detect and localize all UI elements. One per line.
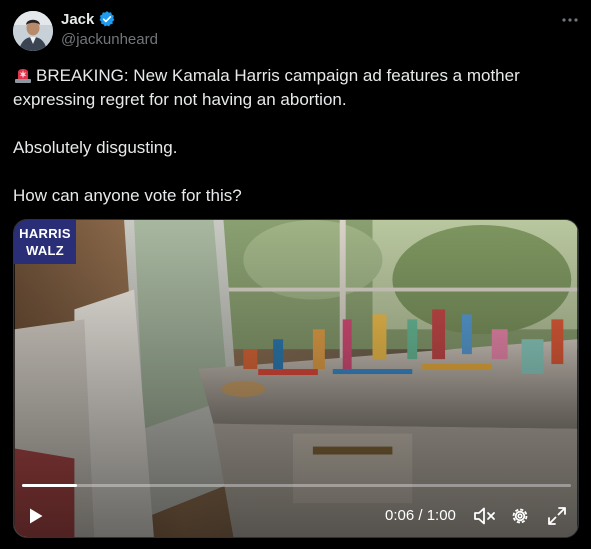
avatar[interactable] xyxy=(13,11,53,51)
play-icon[interactable] xyxy=(24,504,48,528)
video-progress-bar[interactable] xyxy=(22,484,571,487)
badge-bottom-text: WALZ xyxy=(25,243,65,258)
video-frame xyxy=(14,220,578,537)
video-progress-fill xyxy=(22,484,77,487)
tweet-line-breaking: BREAKING: New Kamala Harris campaign ad … xyxy=(13,64,573,112)
mute-icon[interactable] xyxy=(472,504,498,528)
video-time: 0:06 / 1:00 xyxy=(385,507,456,524)
siren-emoji xyxy=(13,64,33,84)
video-controls: 0:06 / 1:00 xyxy=(14,500,578,532)
author-name-row: Jack xyxy=(61,10,116,28)
tweet-text: BREAKING: New Kamala Harris campaign ad … xyxy=(13,64,573,208)
video-player[interactable]: HARRIS WALZ 0:06 / 1:00 xyxy=(13,219,579,538)
tweet-line-1: BREAKING: New Kamala Harris campaign ad … xyxy=(13,66,520,109)
more-icon[interactable] xyxy=(560,10,580,30)
author-name[interactable]: Jack xyxy=(61,11,94,28)
tweet-line-2: Absolutely disgusting. xyxy=(13,138,178,157)
tweet-line-3: How can anyone vote for this? xyxy=(13,186,242,205)
badge-top-text: HARRIS xyxy=(19,226,71,241)
verified-icon xyxy=(98,10,116,28)
fullscreen-icon[interactable] xyxy=(545,504,569,528)
settings-icon[interactable] xyxy=(508,504,532,528)
campaign-badge: HARRIS WALZ xyxy=(14,220,76,264)
author-handle[interactable]: @jackunheard xyxy=(61,31,158,48)
